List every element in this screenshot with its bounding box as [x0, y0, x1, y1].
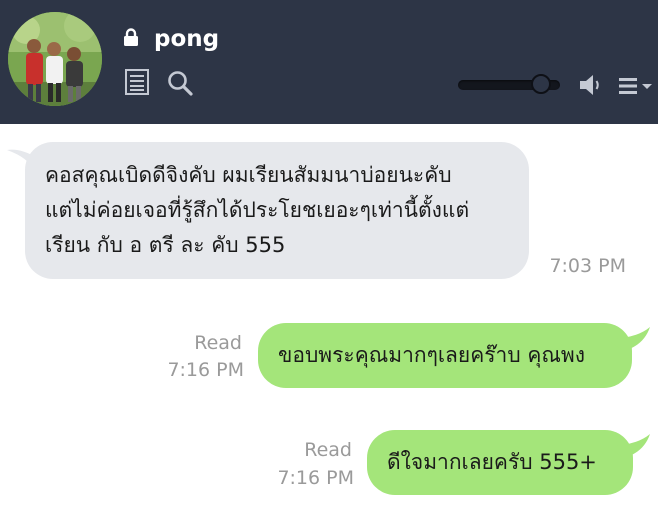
menu-icon[interactable]: [619, 77, 655, 95]
read-receipt: Read: [194, 332, 242, 354]
outgoing-message-bubble[interactable]: ดีใจมากเลยครับ 555+: [367, 430, 633, 495]
bubble-tail: [606, 434, 650, 458]
message-timestamp: 7:03 PM: [549, 255, 626, 277]
bubble-tail: [606, 327, 650, 351]
chat-header: pong: [0, 0, 658, 124]
volume-knob[interactable]: [531, 74, 551, 94]
read-receipt: Read: [304, 439, 352, 461]
outgoing-message-bubble[interactable]: ขอบพระคุณมากๆเลยคร๊าบ คุณพง: [258, 323, 632, 388]
contact-avatar[interactable]: [8, 12, 102, 106]
volume-slider[interactable]: [458, 74, 564, 96]
message-timestamp: 7:16 PM: [167, 359, 244, 381]
notes-icon[interactable]: [125, 69, 149, 95]
message-line: เรียน กับ อ ตรี ละ คับ 555: [45, 233, 286, 257]
message-timestamp: 7:16 PM: [277, 467, 354, 489]
speaker-icon[interactable]: [578, 72, 604, 98]
incoming-message-bubble[interactable]: คอสคุณเบิดดีจิงคับ ผมเรียนสัมมนาบ่อยนะคั…: [25, 142, 529, 279]
message-line: แต่ไม่ค่อยเจอที่รู้สึกได้ประโยชเยอะๆเท่า…: [45, 198, 470, 222]
message-line: คอสคุณเบิดดีจิงคับ ผมเรียนสัมมนาบ่อยนะคั…: [45, 163, 452, 187]
search-icon[interactable]: [167, 70, 193, 96]
message-text: ขอบพระคุณมากๆเลยคร๊าบ คุณพง: [278, 343, 585, 367]
lock-icon: [124, 28, 138, 46]
message-text: ดีใจมากเลยครับ 555+: [387, 450, 597, 474]
contact-name: pong: [154, 26, 220, 52]
chevron-down-icon: [642, 84, 652, 89]
